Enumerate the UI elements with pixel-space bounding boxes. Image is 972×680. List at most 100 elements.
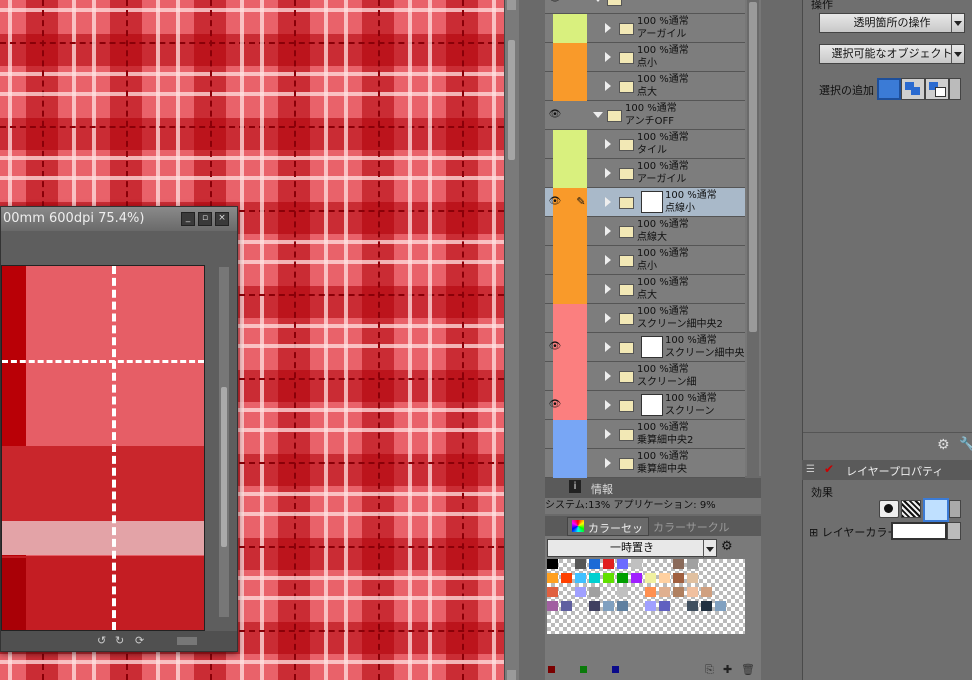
color-swatch[interactable]: [645, 587, 656, 597]
close-icon[interactable]: ×: [215, 212, 229, 226]
chevron-right-icon[interactable]: [605, 52, 611, 62]
color-swatch[interactable]: [673, 559, 684, 569]
color-swatch[interactable]: [589, 587, 600, 597]
layer-color-swatch[interactable]: [891, 522, 947, 540]
layer-row[interactable]: 👁 ✎ 100 %通常 点線小: [545, 188, 745, 217]
color-swatch[interactable]: [673, 573, 684, 583]
add-color-icon[interactable]: ✚: [723, 663, 732, 676]
rotate-left-icon[interactable]: ↺: [97, 635, 109, 647]
selection-add-icon[interactable]: [901, 78, 925, 100]
chevron-right-icon[interactable]: [605, 226, 611, 236]
chevron-right-icon[interactable]: [605, 284, 611, 294]
zoom-slider[interactable]: [177, 637, 197, 645]
rotate-right-icon[interactable]: ↻: [115, 635, 127, 647]
color-swatch[interactable]: [645, 601, 656, 611]
chevron-right-icon[interactable]: [605, 197, 611, 207]
eye-icon[interactable]: 👁: [545, 101, 565, 129]
chevron-right-icon[interactable]: [605, 139, 611, 149]
layer-row[interactable]: 👁 100 %通常 アンチOFF: [545, 101, 745, 130]
layer-row[interactable]: 100 %通常 アーガイル: [545, 159, 745, 188]
color-swatch[interactable]: [575, 587, 586, 597]
layer-row[interactable]: 100 %通常 点小: [545, 246, 745, 275]
layer-scroll-thumb[interactable]: [749, 2, 757, 332]
color-swatch[interactable]: [603, 559, 614, 569]
colorset-select[interactable]: 一時置き: [547, 539, 717, 558]
effect-border-icon[interactable]: [879, 500, 899, 518]
wrench-icon[interactable]: ⚙: [721, 539, 733, 554]
info-panel-tab[interactable]: i 情報: [545, 478, 761, 498]
wrench-icon[interactable]: 🔧: [959, 437, 972, 452]
navigator-scroll-thumb[interactable]: [221, 387, 227, 547]
color-swatch[interactable]: [547, 601, 558, 611]
eye-icon[interactable]: 👁: [545, 391, 565, 419]
chevron-right-icon[interactable]: [605, 400, 611, 410]
color-swatch[interactable]: [687, 573, 698, 583]
scroll-thumb[interactable]: [508, 40, 515, 160]
minimize-icon[interactable]: _: [181, 212, 195, 226]
color-swatch[interactable]: [589, 559, 600, 569]
color-swatch[interactable]: [687, 559, 698, 569]
color-swatch[interactable]: [547, 587, 558, 597]
chevron-right-icon[interactable]: [605, 371, 611, 381]
eye-icon[interactable]: 👁: [545, 0, 565, 13]
chevron-down-icon[interactable]: [949, 78, 961, 100]
chevron-right-icon[interactable]: [605, 255, 611, 265]
color-swatch[interactable]: [687, 587, 698, 597]
selection-subtract-icon[interactable]: [925, 78, 949, 100]
color-swatch[interactable]: [561, 573, 572, 583]
trash-icon[interactable]: 🗑: [741, 663, 755, 676]
layer-row[interactable]: 👁 100 %通常 スクリーン細中央: [545, 333, 745, 362]
settings-icon[interactable]: ⚙: [937, 437, 950, 453]
effect-tone-icon[interactable]: [901, 500, 921, 518]
selectable-object-dropdown[interactable]: 選択可能なオブジェクト: [819, 44, 965, 64]
color-swatch[interactable]: [617, 601, 628, 611]
layer-panel-scrollbar[interactable]: [747, 0, 759, 476]
chevron-down-icon[interactable]: [949, 500, 961, 518]
transparent-operation-dropdown[interactable]: 透明箇所の操作: [819, 13, 965, 33]
color-swatch[interactable]: [659, 587, 670, 597]
tab-colorcircle[interactable]: カラーサークル: [653, 519, 729, 535]
color-swatch[interactable]: [631, 573, 642, 583]
layer-row[interactable]: 100 %通常 アーガイル: [545, 14, 745, 43]
color-swatch[interactable]: [547, 559, 558, 569]
layer-row[interactable]: 100 %通常 乗算細中央2: [545, 420, 745, 449]
layer-row[interactable]: 100 %通常 スクリーン細: [545, 362, 745, 391]
scroll-down-button[interactable]: [507, 670, 516, 680]
effect-layer-color-icon[interactable]: [923, 498, 949, 522]
restore-icon[interactable]: ▫: [198, 212, 212, 226]
chevron-right-icon[interactable]: [947, 522, 961, 540]
panel-menu-icon[interactable]: ☰: [806, 464, 815, 475]
color-swatch[interactable]: [561, 601, 572, 611]
color-swatch[interactable]: [701, 601, 712, 611]
layer-row[interactable]: 100 %通常 点大: [545, 275, 745, 304]
color-swatch[interactable]: [547, 573, 558, 583]
layer-row[interactable]: 👁 100 %通常 スクリーン: [545, 391, 745, 420]
layer-row[interactable]: 100 %通常 点線大: [545, 217, 745, 246]
color-swatch[interactable]: [659, 601, 670, 611]
chevron-right-icon[interactable]: [605, 458, 611, 468]
reset-rotation-icon[interactable]: ⟳: [135, 635, 147, 647]
color-swatch[interactable]: [617, 559, 628, 569]
color-swatch[interactable]: [603, 601, 614, 611]
chevron-right-icon[interactable]: [605, 342, 611, 352]
canvas-vertical-scrollbar[interactable]: [504, 0, 519, 680]
navigator-preview[interactable]: [1, 265, 205, 631]
color-swatch[interactable]: [575, 573, 586, 583]
color-swatch[interactable]: [701, 587, 712, 597]
selection-new-icon[interactable]: [877, 78, 901, 100]
layer-row[interactable]: 100 %通常 点大: [545, 72, 745, 101]
chevron-down-icon[interactable]: [593, 112, 603, 118]
color-swatch[interactable]: [673, 587, 684, 597]
layer-property-tab[interactable]: ☰ ✔ レイヤープロパティ: [802, 460, 972, 480]
color-swatch[interactable]: [589, 573, 600, 583]
color-swatch[interactable]: [687, 601, 698, 611]
chevron-right-icon[interactable]: [605, 23, 611, 33]
scroll-up-button[interactable]: [507, 0, 516, 10]
color-swatch[interactable]: [645, 573, 656, 583]
color-swatch[interactable]: [603, 573, 614, 583]
chevron-right-icon[interactable]: [605, 313, 611, 323]
copy-color-icon[interactable]: ⎘: [705, 663, 714, 677]
color-swatch[interactable]: [617, 573, 628, 583]
navigator-scrollbar[interactable]: [219, 267, 229, 617]
chevron-down-icon[interactable]: [593, 0, 603, 2]
